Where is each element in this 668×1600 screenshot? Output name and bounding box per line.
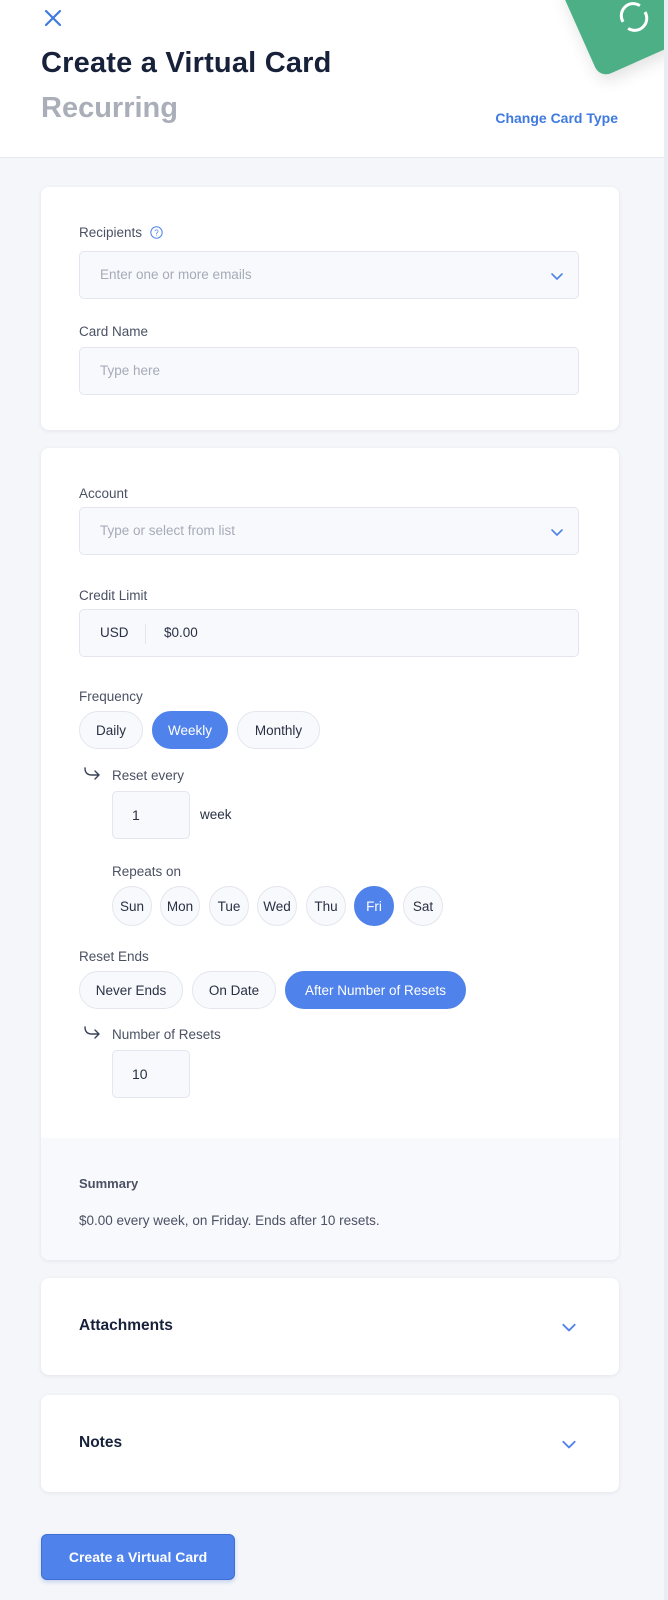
reset-every-unit: week (200, 807, 232, 822)
recipients-input[interactable]: Enter one or more emails (79, 251, 579, 299)
day-mon[interactable]: Mon (160, 886, 200, 926)
notes-title: Notes (79, 1434, 123, 1451)
sub-arrow-icon (84, 767, 100, 780)
page-subtitle: Recurring (41, 92, 178, 124)
notes-section[interactable]: Notes (41, 1395, 619, 1492)
frequency-monthly[interactable]: Monthly (237, 711, 320, 749)
chevron-down-icon[interactable] (561, 1319, 577, 1335)
chevron-down-icon[interactable] (550, 525, 564, 539)
recipients-card: Recipients ? Enter one or more emails Ca… (41, 187, 619, 430)
close-icon[interactable] (42, 7, 64, 29)
frequency-daily[interactable]: Daily (79, 711, 143, 749)
svg-text:?: ? (154, 228, 159, 237)
summary-text: $0.00 every week, on Friday. Ends after … (79, 1213, 380, 1228)
page-header: Create a Virtual Card Recurring Change C… (0, 0, 668, 158)
number-of-resets-label: Number of Resets (112, 1027, 221, 1042)
reset-ends-on-date[interactable]: On Date (192, 971, 276, 1009)
credit-limit-label: Credit Limit (79, 588, 148, 603)
sub-arrow-icon (84, 1026, 100, 1039)
recipients-label: Recipients ? (79, 225, 163, 242)
credit-limit-value: $0.00 (164, 625, 198, 640)
card-illustration (559, 0, 668, 79)
reset-ends-never[interactable]: Never Ends (79, 971, 183, 1009)
change-card-type-link[interactable]: Change Card Type (495, 110, 618, 126)
reset-ends-label: Reset Ends (79, 949, 149, 964)
reset-every-label: Reset every (112, 768, 185, 783)
summary-title: Summary (79, 1176, 139, 1191)
day-sun[interactable]: Sun (112, 886, 152, 926)
day-wed[interactable]: Wed (257, 886, 297, 926)
page-title: Create a Virtual Card (41, 47, 332, 79)
credit-limit-input[interactable]: USD $0.00 (79, 609, 579, 657)
number-of-resets-input[interactable]: 10 (112, 1050, 190, 1098)
frequency-weekly[interactable]: Weekly (152, 711, 228, 749)
account-select[interactable]: Type or select from list (79, 507, 579, 555)
day-sat[interactable]: Sat (403, 886, 443, 926)
create-virtual-card-button[interactable]: Create a Virtual Card (41, 1534, 235, 1580)
summary-section: Summary $0.00 every week, on Friday. End… (41, 1138, 619, 1260)
chevron-down-icon[interactable] (561, 1436, 577, 1452)
reset-ends-after-number[interactable]: After Number of Resets (285, 971, 466, 1009)
chevron-down-icon[interactable] (550, 269, 564, 283)
frequency-label: Frequency (79, 689, 143, 704)
scrollbar-track (664, 0, 668, 1600)
currency-divider (145, 624, 146, 644)
attachments-title: Attachments (79, 1317, 173, 1334)
currency-label: USD (100, 625, 129, 640)
attachments-section[interactable]: Attachments (41, 1278, 619, 1375)
account-label: Account (79, 486, 128, 501)
refresh-icon (619, 2, 649, 32)
day-tue[interactable]: Tue (209, 886, 249, 926)
card-settings-card: Account Type or select from list Credit … (41, 448, 619, 1260)
card-name-input[interactable]: Type here (79, 347, 579, 395)
help-icon[interactable]: ? (150, 226, 163, 242)
day-thu[interactable]: Thu (306, 886, 346, 926)
day-fri[interactable]: Fri (354, 886, 394, 926)
repeats-on-label: Repeats on (112, 864, 182, 879)
reset-every-input[interactable]: 1 (112, 791, 190, 839)
card-name-label: Card Name (79, 324, 149, 339)
